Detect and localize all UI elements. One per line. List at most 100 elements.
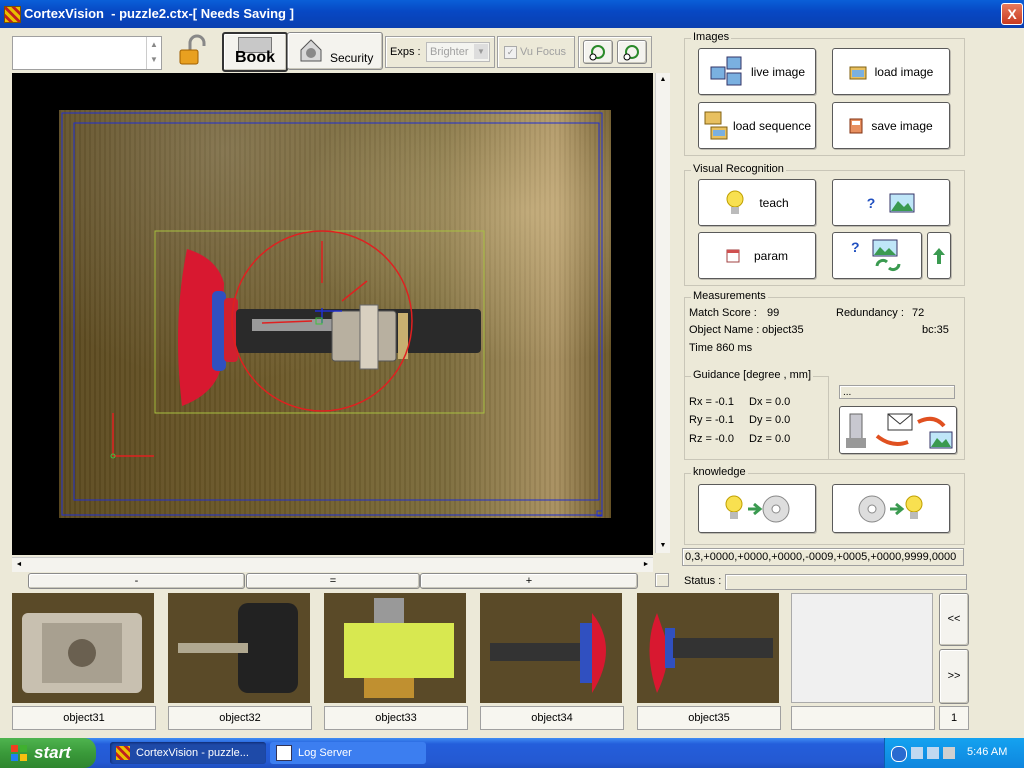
scroll-up-icon[interactable]: ▲ bbox=[656, 73, 670, 87]
dx-value: Dx = 0.0 bbox=[749, 396, 791, 408]
horizontal-scrollbar[interactable]: ◄ ► bbox=[12, 557, 653, 572]
clock[interactable]: 5:46 AM bbox=[967, 746, 1007, 758]
param-label: param bbox=[753, 248, 788, 263]
log-server-task-icon bbox=[276, 745, 292, 761]
live-image-icon bbox=[710, 56, 742, 85]
windows-logo-icon bbox=[11, 745, 27, 761]
vufocus-label: Vu Focus bbox=[520, 46, 567, 58]
rotate-group bbox=[578, 36, 652, 68]
bulb-to-disk-icon bbox=[725, 495, 790, 522]
thumbnail-label: object35 bbox=[637, 706, 781, 730]
load-knowledge-button[interactable] bbox=[832, 484, 950, 533]
guidance-title: Guidance [degree , mm] bbox=[691, 369, 814, 381]
arrow-up-icon bbox=[933, 247, 945, 264]
vufocus-checkbox[interactable]: ✓ bbox=[504, 46, 517, 59]
cortexvision-task-icon bbox=[116, 746, 130, 760]
task-cortexvision-label: CortexVision - puzzle... bbox=[136, 747, 249, 759]
volume-icon[interactable] bbox=[943, 747, 955, 759]
calendar-icon bbox=[726, 249, 740, 262]
save-knowledge-button[interactable] bbox=[698, 484, 816, 533]
rotate-right-icon bbox=[623, 45, 639, 61]
save-disk-icon bbox=[849, 118, 863, 133]
zoom-out-button[interactable]: - bbox=[28, 573, 245, 589]
refresh-button[interactable] bbox=[927, 232, 951, 279]
page-number: 1 bbox=[939, 706, 969, 730]
robot-send-icon bbox=[846, 413, 953, 449]
ry-value: Ry = -0.1 bbox=[689, 414, 734, 426]
task-log-server[interactable]: Log Server bbox=[270, 742, 426, 764]
previous-page-button[interactable]: << bbox=[939, 593, 969, 646]
angle-line bbox=[341, 280, 368, 302]
spinner-arrows[interactable]: ▲ ▼ bbox=[146, 37, 161, 69]
thumbnail-empty[interactable] bbox=[791, 593, 933, 703]
visual-recognition-title: Visual Recognition bbox=[691, 163, 786, 175]
load-sequence-button[interactable]: load sequence bbox=[698, 102, 816, 149]
thumbnail-object35[interactable] bbox=[637, 593, 779, 703]
param-button[interactable]: param bbox=[698, 232, 816, 279]
picture-icon bbox=[889, 193, 915, 212]
dz-value: Dz = 0.0 bbox=[749, 433, 791, 445]
house-icon bbox=[300, 39, 322, 62]
exps-label: Exps : bbox=[390, 46, 421, 58]
thumbnail-object31[interactable] bbox=[12, 593, 154, 703]
task-cortexvision[interactable]: CortexVision - puzzle... bbox=[110, 742, 266, 764]
exps-group: Exps : Brighter ▼ bbox=[385, 36, 495, 68]
send-to-robot-button[interactable] bbox=[839, 406, 957, 454]
thumb-image-2 bbox=[168, 593, 310, 703]
thumbnail-object34[interactable] bbox=[480, 593, 622, 703]
object-name-value: object35 bbox=[762, 324, 804, 336]
scroll-left-icon[interactable]: ◄ bbox=[12, 558, 26, 572]
teach-button[interactable]: teach bbox=[698, 179, 816, 226]
exps-select[interactable]: Brighter ▼ bbox=[426, 42, 490, 62]
start-button[interactable]: start bbox=[0, 738, 96, 768]
folder-stack-icon bbox=[704, 111, 728, 139]
network-icon-2[interactable] bbox=[927, 747, 939, 759]
save-image-button[interactable]: save image bbox=[832, 102, 950, 149]
security-label: Security bbox=[330, 51, 374, 65]
recognize-button[interactable]: ? bbox=[832, 179, 950, 226]
scroll-down-icon[interactable]: ▼ bbox=[656, 539, 670, 553]
blue-ring bbox=[212, 291, 226, 371]
image-viewport[interactable] bbox=[12, 73, 653, 555]
unlock-button[interactable] bbox=[172, 34, 212, 68]
thumbnail-object32[interactable] bbox=[168, 593, 310, 703]
thumbnail-object33[interactable] bbox=[324, 593, 466, 703]
knowledge-title: knowledge bbox=[691, 466, 748, 478]
thumb-image-4 bbox=[480, 593, 622, 703]
book-button[interactable]: Book bbox=[222, 32, 288, 72]
load-sequence-label: load sequence bbox=[732, 118, 812, 133]
live-image-label: live image bbox=[750, 64, 806, 79]
svg-text:?: ? bbox=[851, 239, 860, 255]
robot-address-field[interactable]: ... bbox=[839, 385, 955, 399]
corner-checkbox[interactable] bbox=[655, 573, 669, 587]
close-button[interactable]: X bbox=[1001, 3, 1023, 25]
zoom-fit-button[interactable]: = bbox=[246, 573, 420, 589]
status-field bbox=[725, 574, 967, 590]
thumbnail-label: object34 bbox=[480, 706, 624, 730]
security-button[interactable]: Security bbox=[287, 32, 383, 70]
thumbnail-label: object32 bbox=[168, 706, 312, 730]
vertical-scrollbar[interactable]: ▲ ▼ bbox=[655, 73, 670, 553]
measurements-title: Measurements bbox=[691, 290, 768, 302]
spinner-up-icon[interactable]: ▲ bbox=[147, 37, 161, 52]
load-image-button[interactable]: load image bbox=[832, 48, 950, 95]
object-spinner[interactable]: ▲ ▼ bbox=[12, 36, 162, 70]
live-image-button[interactable]: live image bbox=[698, 48, 816, 95]
lightbulb-icon bbox=[726, 190, 744, 214]
load-image-label: load image bbox=[874, 64, 934, 79]
tray-expand-icon[interactable] bbox=[891, 746, 907, 762]
spinner-down-icon[interactable]: ▼ bbox=[147, 52, 161, 67]
network-icon[interactable] bbox=[911, 747, 923, 759]
rotate-right-button[interactable] bbox=[617, 40, 647, 64]
scroll-right-icon[interactable]: ► bbox=[639, 558, 653, 572]
auto-recognize-button[interactable]: ? bbox=[832, 232, 922, 279]
cortexvision-logo-icon bbox=[4, 6, 21, 23]
chevron-down-icon[interactable]: ▼ bbox=[474, 44, 488, 59]
zoom-in-button[interactable]: + bbox=[420, 573, 638, 589]
next-page-button[interactable]: >> bbox=[939, 649, 969, 704]
redundancy-value: 72 bbox=[912, 307, 925, 319]
recognize-loop-icon: ? bbox=[851, 239, 901, 271]
task-log-server-label: Log Server bbox=[298, 747, 352, 759]
rotate-left-button[interactable] bbox=[583, 40, 613, 64]
hex-nut bbox=[359, 304, 379, 370]
